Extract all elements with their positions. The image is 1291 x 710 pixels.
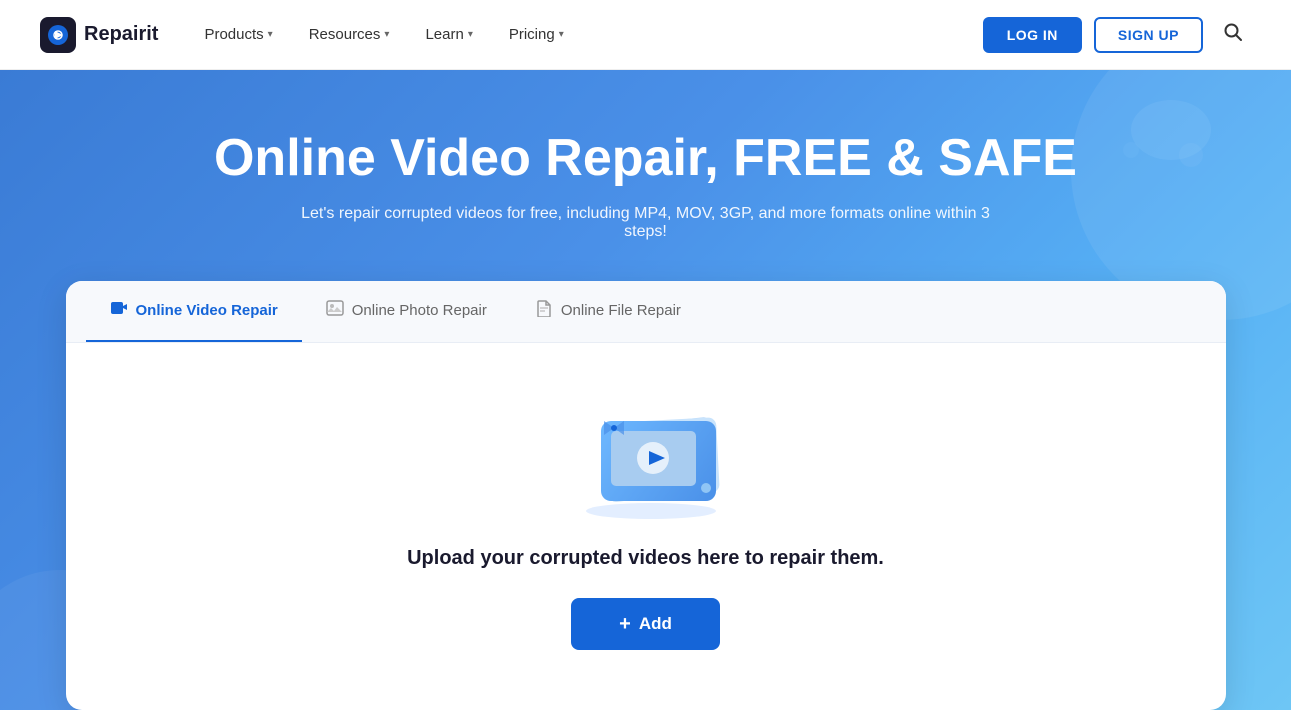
nav-learn[interactable]: Learn ▾ — [409, 18, 488, 51]
hero-title: Online Video Repair, FREE & SAFE — [214, 130, 1077, 187]
tab-video-repair[interactable]: Online Video Repair — [86, 281, 302, 342]
upload-instruction: Upload your corrupted videos here to rep… — [407, 547, 884, 570]
nav-products[interactable]: Products ▾ — [188, 18, 288, 51]
plus-icon: + — [619, 614, 631, 634]
video-repair-icon — [110, 299, 128, 322]
signup-button[interactable]: SIGN UP — [1094, 17, 1203, 53]
decorative-blob — [1111, 100, 1211, 180]
chevron-down-icon: ▾ — [559, 29, 564, 40]
login-button[interactable]: LOG IN — [983, 17, 1082, 53]
logo[interactable]: Repairit — [40, 17, 158, 53]
video-illustration — [546, 393, 746, 523]
tab-photo-repair[interactable]: Online Photo Repair — [302, 281, 511, 342]
nav-resources[interactable]: Resources ▾ — [293, 18, 406, 51]
file-repair-icon — [535, 299, 553, 322]
hero-subtitle: Let's repair corrupted videos for free, … — [286, 205, 1006, 241]
chevron-down-icon: ▾ — [268, 29, 273, 40]
navbar-actions: LOG IN SIGN UP — [983, 14, 1251, 55]
logo-icon — [40, 17, 76, 53]
repair-card-tabs: Online Video Repair Online Photo Repair — [66, 281, 1226, 343]
search-button[interactable] — [1215, 14, 1251, 55]
nav-menu: Products ▾ Resources ▾ Learn ▾ Pricing ▾ — [188, 18, 982, 51]
add-button[interactable]: + Add — [571, 598, 720, 650]
photo-repair-icon — [326, 299, 344, 322]
nav-pricing[interactable]: Pricing ▾ — [493, 18, 580, 51]
tab-file-repair[interactable]: Online File Repair — [511, 281, 705, 342]
hero-section: Online Video Repair, FREE & SAFE Let's r… — [0, 70, 1291, 710]
search-icon — [1223, 26, 1243, 46]
chevron-down-icon: ▾ — [384, 29, 389, 40]
logo-text: Repairit — [84, 23, 158, 46]
chevron-down-icon: ▾ — [468, 29, 473, 40]
navbar: Repairit Products ▾ Resources ▾ Learn ▾ … — [0, 0, 1291, 70]
repair-card: Online Video Repair Online Photo Repair — [66, 281, 1226, 710]
card-body: Upload your corrupted videos here to rep… — [66, 343, 1226, 710]
